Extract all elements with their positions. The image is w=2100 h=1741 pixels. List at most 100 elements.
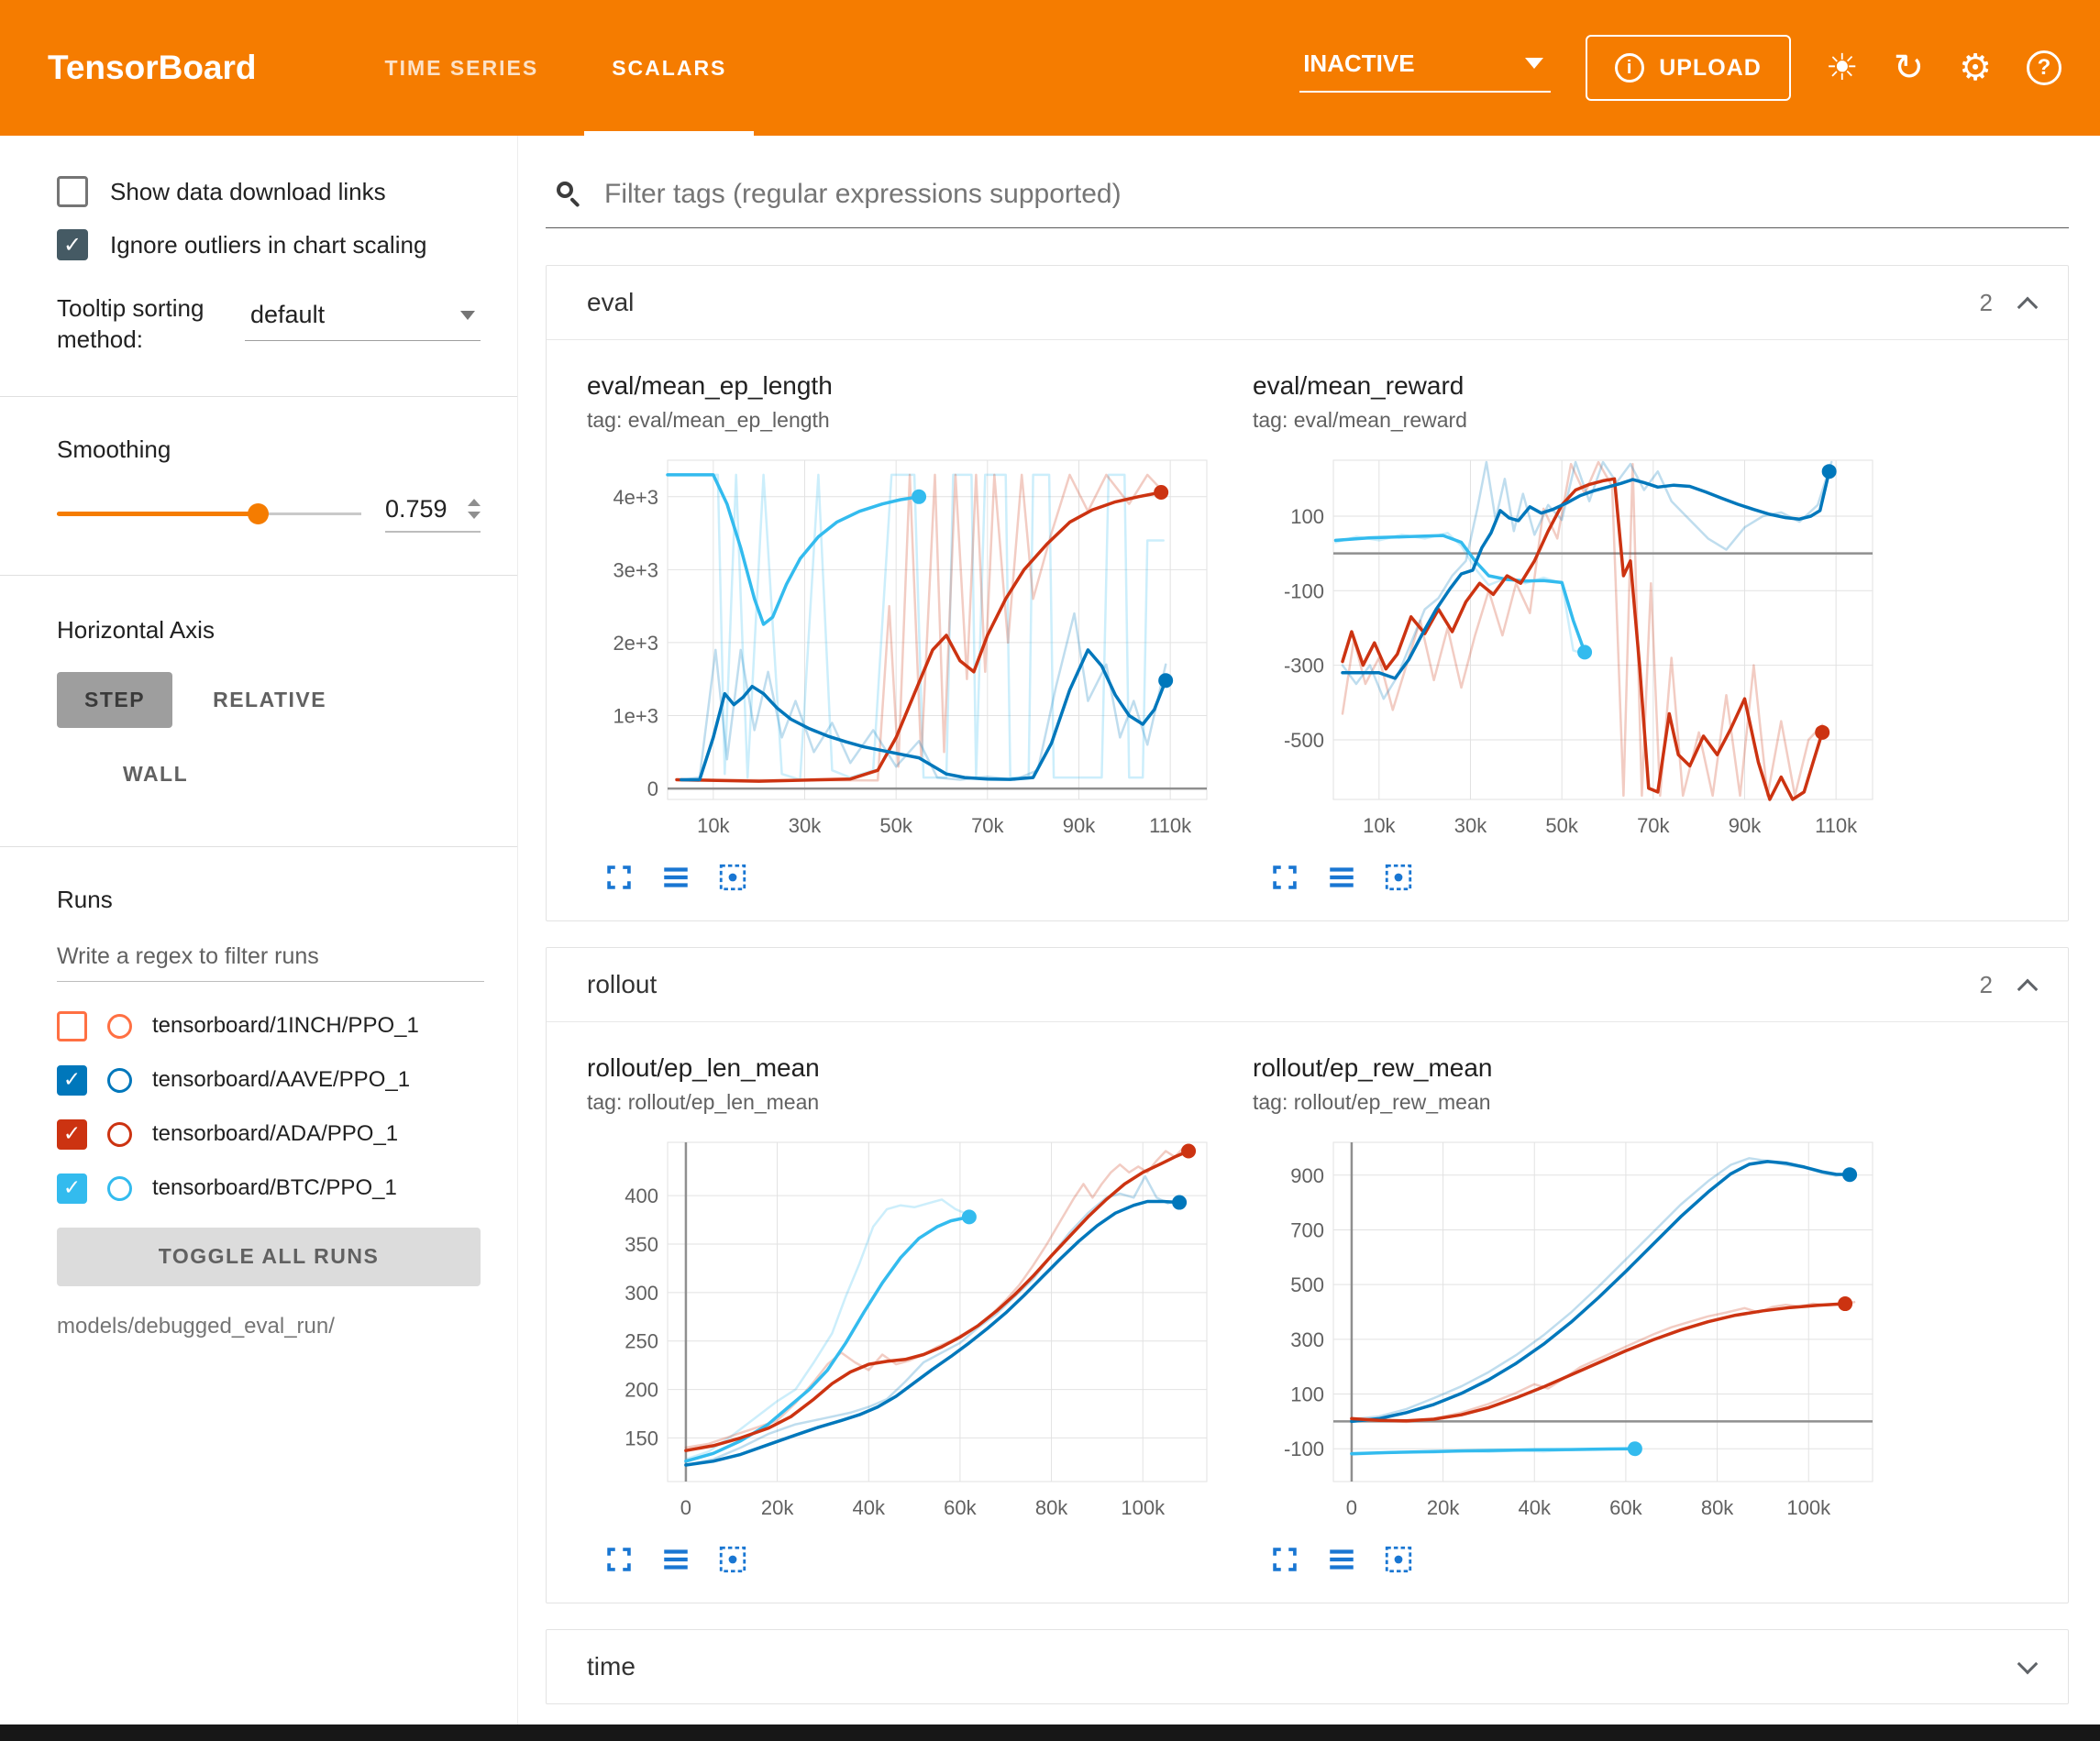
expand-chart-icon[interactable] [603, 862, 635, 893]
data-table-icon[interactable] [1326, 1544, 1357, 1575]
svg-text:40k: 40k [1519, 1496, 1552, 1519]
svg-text:70k: 70k [1637, 814, 1670, 837]
svg-text:300: 300 [624, 1282, 658, 1305]
run-item[interactable]: ✓ tensorboard/AAVE/PPO_1 [57, 1065, 484, 1096]
line-chart[interactable]: 020k40k60k80k100k-100100300500700900 [1253, 1129, 1887, 1533]
line-chart[interactable]: 10k30k50k70k90k110k100-100-300-500 [1253, 447, 1887, 851]
svg-text:60k: 60k [944, 1496, 977, 1519]
section-body: eval/mean_ep_length tag: eval/mean_ep_le… [547, 339, 2068, 920]
data-table-icon[interactable] [1326, 862, 1357, 893]
svg-text:100k: 100k [1786, 1496, 1831, 1519]
axis-relative-button[interactable]: RELATIVE [185, 672, 354, 728]
stepper-arrows-icon[interactable] [468, 499, 481, 519]
run-item[interactable]: ✓ tensorboard/ADA/PPO_1 [57, 1119, 484, 1150]
app-title: TensorBoard [48, 49, 257, 87]
svg-text:90k: 90k [1729, 814, 1762, 837]
svg-text:20k: 20k [761, 1496, 794, 1519]
chart-actions [1253, 1544, 1900, 1575]
svg-text:400: 400 [624, 1185, 658, 1207]
svg-text:10k: 10k [1363, 814, 1396, 837]
svg-text:10k: 10k [697, 814, 730, 837]
svg-text:250: 250 [624, 1330, 658, 1353]
section-header-eval[interactable]: eval 2 [547, 266, 2068, 339]
run-label: tensorboard/AAVE/PPO_1 [152, 1067, 410, 1093]
chart-eval-mean-ep-length: eval/mean_ep_length tag: eval/mean_ep_le… [587, 371, 1234, 893]
svg-text:3e+3: 3e+3 [613, 558, 658, 581]
tooltip-sorting-dropdown[interactable]: default [245, 297, 481, 341]
slider-thumb[interactable] [248, 503, 269, 524]
chart-eval-mean-reward: eval/mean_reward tag: eval/mean_reward 1… [1253, 371, 1900, 893]
tooltip-sorting-row: Tooltip sorting method: default [57, 293, 481, 356]
chevron-down-icon[interactable] [2017, 1654, 2039, 1675]
expand-chart-icon[interactable] [1269, 862, 1300, 893]
settings-sidebar: Show data download links ✓ Ignore outlie… [0, 136, 518, 1724]
refresh-icon[interactable]: ↻ [1894, 50, 1925, 86]
expand-chart-icon[interactable] [603, 1544, 635, 1575]
section-count: 2 [1980, 971, 1993, 999]
chevron-up-icon[interactable] [2017, 297, 2039, 318]
section-title: rollout [587, 970, 657, 999]
chart-tag: tag: rollout/ep_rew_mean [1253, 1090, 1900, 1115]
info-icon: i [1615, 53, 1644, 83]
svg-text:200: 200 [624, 1379, 658, 1402]
line-chart[interactable]: 020k40k60k80k100k150200250300350400 [587, 1129, 1221, 1533]
show-download-links-checkbox[interactable]: Show data download links [57, 176, 503, 207]
section-header-rollout[interactable]: rollout 2 [547, 948, 2068, 1021]
svg-text:350: 350 [624, 1233, 658, 1256]
divider [0, 396, 517, 397]
ignore-outliers-checkbox[interactable]: ✓ Ignore outliers in chart scaling [57, 229, 503, 260]
axis-wall-button[interactable]: WALL [95, 746, 216, 802]
tag-filter-input[interactable] [602, 178, 2063, 211]
fit-domain-icon[interactable] [1383, 1544, 1414, 1575]
tooltip-sorting-value: default [250, 301, 325, 329]
svg-text:30k: 30k [1454, 814, 1487, 837]
tab-time-series[interactable]: TIME SERIES [348, 0, 576, 136]
runs-directory-label: models/debugged_eval_run/ [57, 1314, 484, 1339]
status-dropdown[interactable]: INACTIVE [1299, 44, 1551, 93]
top-bar-actions: INACTIVE i UPLOAD ☀ ↻ ⚙ ? [1299, 35, 2061, 101]
svg-text:-500: -500 [1284, 729, 1324, 752]
svg-text:100k: 100k [1121, 1496, 1166, 1519]
checkbox-label: Show data download links [110, 178, 386, 206]
upload-button[interactable]: i UPLOAD [1586, 35, 1791, 101]
svg-text:90k: 90k [1063, 814, 1096, 837]
chart-title: eval/mean_ep_length [587, 371, 1234, 401]
page-body: Show data download links ✓ Ignore outlie… [0, 136, 2100, 1724]
svg-text:40k: 40k [853, 1496, 886, 1519]
chart-rollout-ep-len-mean: rollout/ep_len_mean tag: rollout/ep_len_… [587, 1053, 1234, 1575]
expand-chart-icon[interactable] [1269, 1544, 1300, 1575]
svg-text:700: 700 [1290, 1218, 1324, 1241]
fit-domain-icon[interactable] [717, 1544, 748, 1575]
toggle-all-runs-button[interactable]: TOGGLE ALL RUNS [57, 1228, 481, 1286]
fit-domain-icon[interactable] [1383, 862, 1414, 893]
line-chart[interactable]: 10k30k50k70k90k110k01e+32e+33e+34e+3 [587, 447, 1221, 851]
smoothing-slider[interactable] [57, 497, 361, 530]
svg-text:100: 100 [1290, 505, 1324, 528]
smoothing-value-input[interactable]: 0.759 [385, 495, 481, 533]
run-label: tensorboard/BTC/PPO_1 [152, 1175, 397, 1201]
help-icon[interactable]: ? [2027, 50, 2061, 85]
tab-scalars[interactable]: SCALARS [575, 0, 763, 136]
settings-gear-icon[interactable]: ⚙ [1959, 50, 1992, 86]
svg-text:2e+3: 2e+3 [613, 632, 658, 655]
svg-text:60k: 60k [1609, 1496, 1642, 1519]
smoothing-value: 0.759 [385, 495, 448, 523]
run-item[interactable]: tensorboard/1INCH/PPO_1 [57, 1011, 484, 1041]
run-checkbox-icon [57, 1011, 87, 1041]
fit-domain-icon[interactable] [717, 862, 748, 893]
data-table-icon[interactable] [660, 1544, 691, 1575]
svg-text:500: 500 [1290, 1273, 1324, 1296]
chart-actions [1253, 862, 1900, 893]
dashboard-tabs: TIME SERIES SCALARS [348, 0, 764, 136]
section-header-time[interactable]: time [547, 1630, 2068, 1703]
top-bar: TensorBoard TIME SERIES SCALARS INACTIVE… [0, 0, 2100, 136]
run-item[interactable]: ✓ tensorboard/BTC/PPO_1 [57, 1174, 484, 1204]
axis-step-button[interactable]: STEP [57, 672, 172, 728]
chevron-up-icon[interactable] [2017, 979, 2039, 1000]
chart-title: rollout/ep_rew_mean [1253, 1053, 1900, 1083]
caret-down-icon [1525, 58, 1543, 69]
search-icon [555, 180, 584, 209]
brightness-icon[interactable]: ☀ [1826, 50, 1859, 86]
data-table-icon[interactable] [660, 862, 691, 893]
runs-filter-input[interactable] [57, 938, 484, 982]
